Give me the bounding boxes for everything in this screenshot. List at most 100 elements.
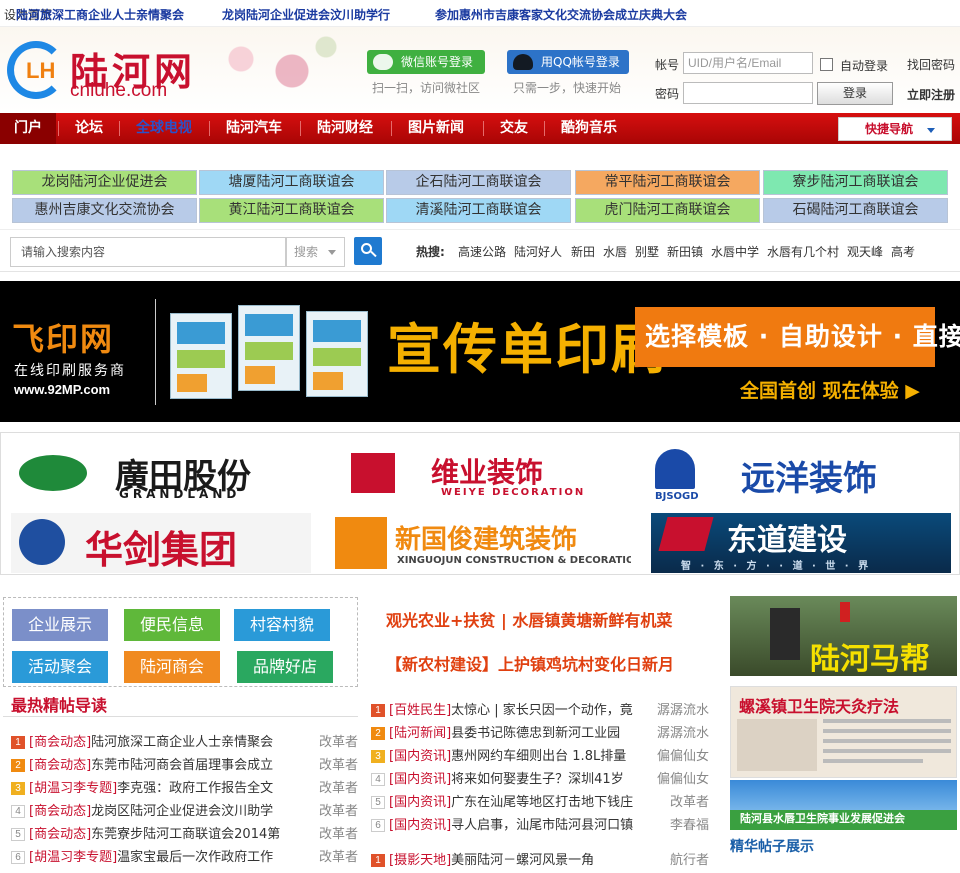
feiyin-tagline: 在线印刷服务商 xyxy=(14,363,126,379)
banner-title: 宣传单印刷 xyxy=(387,318,667,381)
association-link[interactable]: 常平陆河工商联谊会 xyxy=(575,170,760,195)
headline-link[interactable]: 【新农村建设】上护镇鸡坑村变化日新月 xyxy=(386,651,674,675)
association-link[interactable]: 惠州吉康文化交流协会 xyxy=(12,198,197,223)
list-item[interactable]: 1 [商会动态]陆河旅深工商企业人士亲情聚会 改革者 xyxy=(11,731,358,753)
association-link[interactable]: 寮步陆河工商联谊会 xyxy=(763,170,948,195)
search-button[interactable] xyxy=(354,237,382,265)
xinguojun-logo-icon xyxy=(335,517,387,569)
hot-search-link[interactable]: 水唇中学 xyxy=(711,243,759,260)
qq-icon xyxy=(513,54,533,70)
tile-village[interactable]: 村容村貌 xyxy=(234,609,330,641)
nav-item-finance[interactable]: 陆河财经 xyxy=(317,113,373,144)
nav-item-global-tv[interactable]: 全球电视 xyxy=(136,113,192,144)
wechat-hint: 扫一扫，访问微社区 xyxy=(372,81,481,95)
hot-search-label: 热搜: xyxy=(416,245,445,259)
wechat-login-button[interactable]: 微信账号登录 xyxy=(367,50,485,74)
account-input[interactable]: UID/用户名/Email xyxy=(683,52,813,74)
sponsor-logo[interactable]: 新国俊建筑装饰 XINGUOJUN CONSTRUCTION & DECORAT… xyxy=(331,513,631,573)
list-item[interactable]: 4 [国内资讯]将来如何娶妻生子？深圳41岁 偏偏仙女 xyxy=(371,768,709,790)
nav-divider xyxy=(300,121,301,136)
hot-search-link[interactable]: 水唇 xyxy=(603,243,627,260)
sponsor-logo[interactable]: 华剑集团 xyxy=(11,513,311,573)
list-item[interactable]: 4 [商会动态]龙岗区陆河企业促进会汶川助学 改革者 xyxy=(11,800,358,822)
search-type-select[interactable]: 搜索 xyxy=(285,237,345,267)
hot-search-link[interactable]: 新田镇 xyxy=(667,243,703,260)
list-item[interactable]: 6 [胡温习李专题]温家宝最后一次作政府工作 改革者 xyxy=(11,846,358,868)
site-logo-domain[interactable]: cnluhe.com xyxy=(70,80,167,102)
association-link[interactable]: 黄江陆河工商联谊会 xyxy=(199,198,384,223)
tile-brand-shops[interactable]: 品牌好店 xyxy=(237,651,333,683)
ticker-item[interactable]: 龙岗陆河企业促进会汶川助学行 xyxy=(222,6,390,23)
print-ad-banner[interactable]: 飞印网 在线印刷服务商 www.92MP.com 宣传单印刷 选择模板 · 自助… xyxy=(0,281,960,422)
nav-item-dating[interactable]: 交友 xyxy=(500,113,528,144)
tile-chamber[interactable]: 陆河商会 xyxy=(124,651,220,683)
list-item[interactable]: 6 [国内资讯]寻人启事，汕尾市陆河县河口镇 李春福 xyxy=(371,814,709,836)
tile-events[interactable]: 活动聚会 xyxy=(12,651,108,683)
nav-item-music[interactable]: 酷狗音乐 xyxy=(561,113,617,144)
association-link[interactable]: 龙岗陆河企业促进会 xyxy=(12,170,197,195)
list-item[interactable]: 2 [商会动态]东莞市陆河商会首届理事会成立 改革者 xyxy=(11,754,358,776)
list-item[interactable]: 2 [陆河新闻]县委书记陈德忠到新河工业园 潺潺流水 xyxy=(371,722,709,744)
hot-search-link[interactable]: 新田 xyxy=(571,243,595,260)
list-item[interactable]: 1 [百姓民生]太惊心 | 家长只因一个动作，竟 潺潺流水 xyxy=(371,699,709,721)
ticker-item[interactable]: 参加惠州市吉康客家文化交流协会成立庆典大会 xyxy=(435,6,687,23)
list-item[interactable]: 1 [摄影天地]美丽陆河－螺河风景一角 航行者 xyxy=(371,849,709,871)
password-input[interactable] xyxy=(683,82,813,104)
hot-search-link[interactable]: 水唇有几个村 xyxy=(767,243,839,260)
chevron-down-icon xyxy=(927,128,935,133)
weiye-logo-icon xyxy=(351,453,395,493)
chevron-down-icon xyxy=(328,250,336,255)
banner-cta: 全国首创 现在体验 ▶ xyxy=(740,380,920,402)
photo-horse-caravan[interactable]: 陆河马帮 xyxy=(730,596,957,676)
feiyin-logo: 飞印网 xyxy=(12,320,115,358)
hot-search-link[interactable]: 陆河好人 xyxy=(514,243,562,260)
search-input[interactable]: 请输入搜索内容 xyxy=(10,237,287,267)
clinic-ad[interactable]: 螺溪镇卫生院天灸疗法 xyxy=(730,686,957,778)
hot-search-link[interactable]: 高速公路 xyxy=(458,243,506,260)
bjsogd-logo-icon xyxy=(655,449,695,489)
huajian-logo-icon xyxy=(19,519,65,565)
tile-convenience-info[interactable]: 便民信息 xyxy=(124,609,220,641)
hot-search-link[interactable]: 观天峰 xyxy=(847,243,883,260)
account-label: 帐号 xyxy=(655,58,680,72)
wechat-icon xyxy=(373,54,393,70)
sponsor-logo[interactable]: 廣田股份 GRANDLAND xyxy=(11,443,311,503)
association-link[interactable]: 清溪陆河工商联谊会 xyxy=(386,198,571,223)
hot-search-link[interactable]: 高考 xyxy=(891,243,915,260)
list-item[interactable]: 3 [国内资讯]惠州网约车细则出台 1.8L排量 偏偏仙女 xyxy=(371,745,709,767)
nav-item-auto[interactable]: 陆河汽车 xyxy=(226,113,282,144)
auto-login-checkbox[interactable] xyxy=(820,58,833,71)
list-item[interactable]: 5 [商会动态]东莞寮步陆河工商联谊会2014第 改革者 xyxy=(11,823,358,845)
association-link[interactable]: 塘厦陆河工商联谊会 xyxy=(199,170,384,195)
ticker-item[interactable]: 陆河旅深工商企业人士亲情聚会 xyxy=(16,6,184,23)
list-item[interactable]: 5 [国内资讯]广东在汕尾等地区打击地下钱庄 改革者 xyxy=(371,791,709,813)
site-logo-icon[interactable]: LH xyxy=(7,41,65,99)
qq-login-button[interactable]: 用QQ帐号登录 xyxy=(507,50,629,74)
register-link[interactable]: 立即注册 xyxy=(907,86,955,103)
headline-link[interactable]: 观光农业+扶贫 | 水唇镇黄塘新鲜有机菜 xyxy=(386,607,672,631)
association-link[interactable]: 石碣陆河工商联谊会 xyxy=(763,198,948,223)
find-password-link[interactable]: 找回密码 xyxy=(907,56,955,73)
hot-search-link[interactable]: 别墅 xyxy=(635,243,659,260)
nav-divider xyxy=(58,121,59,136)
tile-enterprise[interactable]: 企业展示 xyxy=(12,609,108,641)
health-association-banner[interactable]: 陆河县水唇卫生院事业发展促进会 xyxy=(730,780,957,830)
association-link[interactable]: 虎门陆河工商联谊会 xyxy=(575,198,760,223)
list-item[interactable]: 3 [胡温习李专题]李克强：政府工作报告全文 改革者 xyxy=(11,777,358,799)
sponsor-logos: 廣田股份 GRANDLAND 维业装饰 WEIYE DECORATION BJS… xyxy=(0,432,960,575)
sponsor-logo[interactable]: 东道建设 智 · 东 · 方 · · 道 · 世 · 界 xyxy=(651,513,951,573)
photo-caption: 陆河马帮 xyxy=(810,642,930,676)
association-link[interactable]: 企石陆河工商联谊会 xyxy=(386,170,571,195)
news-ticker: 设为首页 陆河旅深工商企业人士亲情聚会 龙岗陆河企业促进会汶川助学行 参加惠州市… xyxy=(0,0,960,27)
nav-item-forum[interactable]: 论坛 xyxy=(75,113,103,144)
sponsor-logo[interactable]: 维业装饰 WEIYE DECORATION xyxy=(331,443,631,503)
association-links: 龙岗陆河企业促进会 塘厦陆河工商联谊会 企石陆河工商联谊会 常平陆河工商联谊会 … xyxy=(0,144,960,230)
auto-login-label[interactable]: 自动登录 xyxy=(840,57,888,74)
login-button[interactable]: 登录 xyxy=(817,82,893,105)
quick-nav-dropdown[interactable]: 快捷导航 xyxy=(838,117,952,141)
nav-item-photo-news[interactable]: 图片新闻 xyxy=(408,113,464,144)
nav-item-portal[interactable]: 门户 xyxy=(0,113,56,144)
sponsor-logo[interactable]: BJSOGD 远洋装饰 xyxy=(651,443,951,503)
flower-decoration xyxy=(190,27,360,107)
hot-posts-title: 最热精帖导读 xyxy=(11,696,108,715)
